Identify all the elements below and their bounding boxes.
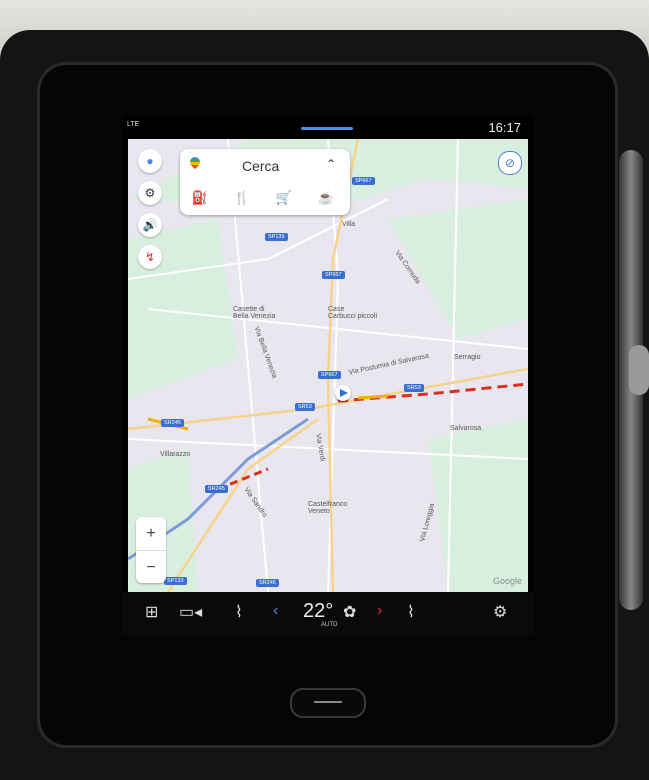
- clock: 16:17: [488, 120, 521, 135]
- route-icon[interactable]: ↯: [138, 245, 162, 269]
- shield-sr245-c: SR245: [256, 579, 279, 587]
- map-view[interactable]: Villa Casette di Bella Venezia Case Carb…: [128, 139, 528, 592]
- volume-knob[interactable]: [629, 345, 649, 395]
- zoom-in-button[interactable]: +: [136, 517, 166, 550]
- pull-down-handle[interactable]: [301, 127, 353, 130]
- shield-sp667-mid: SP667: [322, 271, 345, 279]
- shield-sp667-top: SP667: [352, 177, 375, 185]
- home-button[interactable]: [290, 688, 366, 718]
- temperature-display[interactable]: 22°: [303, 600, 333, 623]
- place-villarazzo: Villarazzo: [160, 451, 191, 458]
- place-castelfranco: Castelfranco Veneto: [308, 501, 348, 515]
- infotainment-screen: LTE 16:17 Villa Casette di Bella Venezia…: [123, 115, 533, 635]
- zoom-controls: + −: [136, 517, 166, 583]
- place-serragio: Serragio: [454, 354, 481, 361]
- coffee-icon[interactable]: ☕: [314, 187, 338, 209]
- maps-pin-icon: [187, 154, 203, 170]
- place-villa: Villa: [342, 221, 356, 228]
- shield-sr53-a: SR53: [295, 403, 315, 411]
- google-attribution: Google: [492, 576, 522, 586]
- shield-sr53-b: SR53: [404, 384, 424, 392]
- signal-indicator: LTE: [127, 121, 140, 128]
- app-grid-icon[interactable]: ⊞: [145, 602, 158, 622]
- seat-heat-right-icon[interactable]: ⌇: [407, 602, 415, 622]
- microphone-icon[interactable]: ●: [138, 149, 162, 173]
- shield-sr245-a: SR245: [161, 419, 184, 427]
- volume-icon[interactable]: 🔊: [138, 213, 162, 237]
- climate-bar: ⊞ ▭◂ ⌇ ‹ 22° ✿ AUTO › ⌇ ⚙: [123, 592, 533, 635]
- shield-sp667-low: SP667: [318, 371, 341, 379]
- chevron-up-icon[interactable]: ⌃: [326, 157, 336, 171]
- search-title[interactable]: Cerca: [242, 158, 279, 174]
- search-card[interactable]: Cerca ⌃ ⛽ 🍴 🛒 ☕: [180, 149, 350, 215]
- shield-sr245-b: SR245: [205, 485, 228, 493]
- seat-heat-left-icon[interactable]: ⌇: [235, 602, 243, 622]
- restaurant-icon[interactable]: 🍴: [230, 187, 254, 209]
- place-casette: Casette di Bella Venezia: [233, 306, 276, 320]
- temp-up-icon[interactable]: ›: [377, 602, 382, 620]
- place-salvarosa: Salvarosa: [450, 425, 482, 432]
- fuel-icon[interactable]: ⛽: [188, 187, 212, 209]
- settings-icon[interactable]: ⚙: [138, 181, 162, 205]
- shield-sp133: SP133: [164, 577, 187, 585]
- current-location-icon: [335, 385, 351, 401]
- gear-icon[interactable]: ⚙: [493, 602, 507, 622]
- zoom-out-button[interactable]: −: [136, 550, 166, 584]
- fan-icon[interactable]: ✿: [343, 602, 356, 622]
- shopping-cart-icon[interactable]: 🛒: [272, 187, 296, 209]
- place-case-carbucci: Case Carbucci piccoli: [328, 306, 378, 320]
- fan-mode: AUTO: [321, 622, 338, 628]
- camera-icon[interactable]: ▭◂: [179, 602, 202, 622]
- mute-mic-icon[interactable]: ⊘: [498, 151, 522, 175]
- shield-sp139: SP139: [265, 233, 288, 241]
- status-bar: LTE 16:17: [123, 115, 533, 139]
- temp-down-icon[interactable]: ‹: [273, 602, 278, 620]
